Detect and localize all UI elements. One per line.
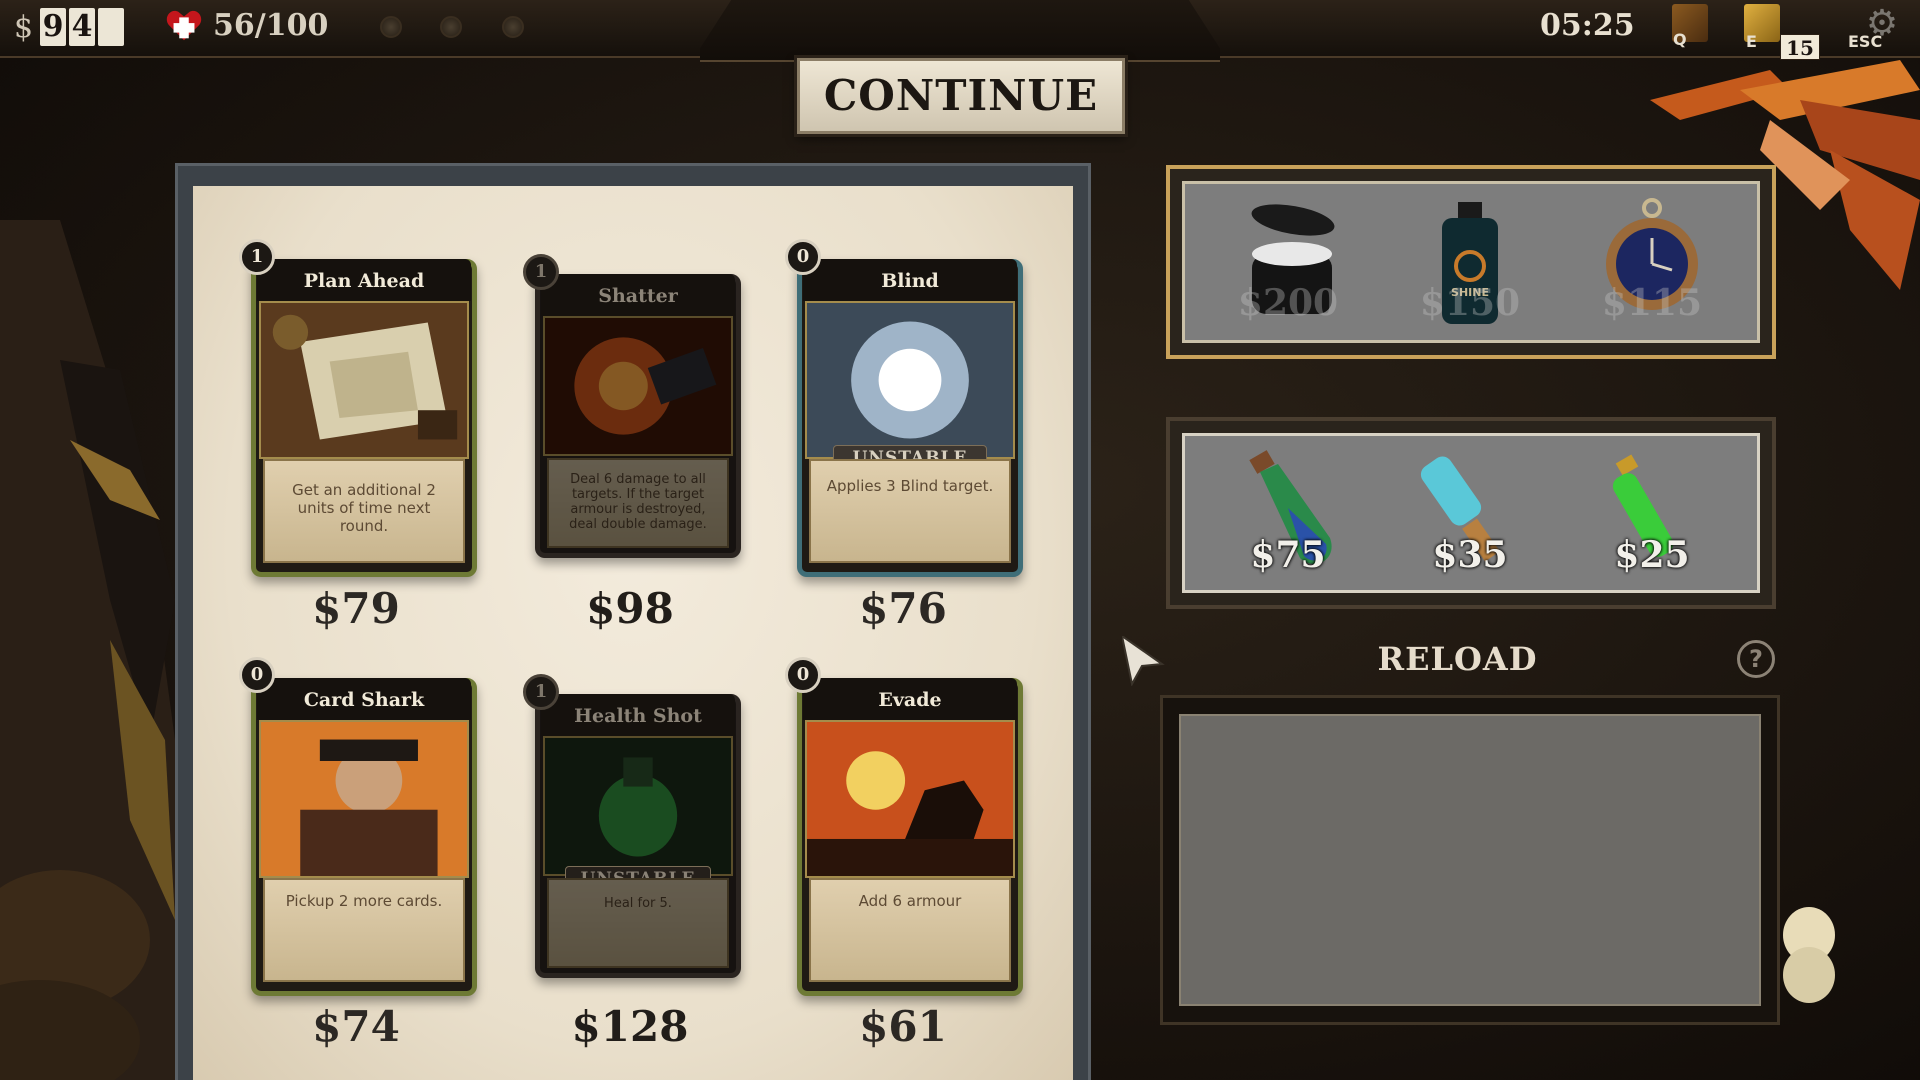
money-digit: 4 [69,8,96,46]
card-cost-badge: 1 [523,674,559,710]
card-plan-ahead[interactable]: Plan Ahead Get an additional 2 units of … [251,259,477,577]
gambler-art [259,720,469,878]
reload-label: RELOAD [1377,640,1538,678]
empty-slot-icon [502,16,524,38]
card-title: Evade [803,678,1017,720]
consumable-item[interactable]: $75 [1218,448,1358,598]
currency-symbol: $ [14,9,34,45]
side-decoration [0,220,175,1080]
deck-count-digit: 1 [1786,36,1800,60]
coin-stack-icon [1783,907,1835,1003]
help-icon[interactable]: ? [1737,640,1775,678]
empty-slot-icon [440,16,462,38]
relic-item-tin[interactable]: $200 [1218,198,1358,348]
card-price: $128 [571,1002,689,1051]
card-title: Card Shark [257,678,471,720]
consumable-price: $25 [1614,534,1690,576]
card-shatter[interactable]: Shatter Deal 6 damage to all targets. If… [535,274,741,558]
card-title: Plan Ahead [257,259,471,301]
card-title: Shatter [541,274,735,316]
card-title: Health Shot [541,694,735,736]
money-counter: $ 9 4 [14,8,125,46]
money-digit [98,8,125,46]
settings-gear-icon[interactable]: ⚙ [1862,4,1902,44]
card-description: Applies 3 Blind target. [809,459,1011,563]
card-description: Pickup 2 more cards. [263,878,465,982]
relic-price: $115 [1601,282,1703,324]
consumable-item[interactable]: $35 [1400,448,1540,598]
card-cost-badge: 0 [239,657,275,693]
rider-sunset-art [805,720,1015,878]
card-evade[interactable]: Evade Add 6 armour [797,678,1023,996]
card-card-shark[interactable]: Card Shark Pickup 2 more cards. [251,678,477,996]
card-price: $74 [312,1002,400,1051]
consumable-price: $35 [1432,534,1508,576]
relic-item-shine[interactable]: SHINE $150 [1400,198,1540,348]
health-display: 56/100 [165,6,328,44]
money-digit: 9 [40,8,67,46]
flash-art [805,301,1015,459]
card-price: $76 [859,584,947,633]
reload-drop-area[interactable] [1179,714,1761,1006]
reload-slot-frame [1160,695,1780,1025]
green-potion-art [543,736,733,876]
card-cost-badge: 1 [523,254,559,290]
card-cost-badge: 0 [785,657,821,693]
hotkey-q-label: Q [1673,30,1687,49]
continue-button[interactable]: CONTINUE [797,58,1125,134]
card-price: $61 [859,1002,947,1051]
card-title: Blind [803,259,1017,301]
card-description: Heal for 5. [547,878,729,968]
hotkey-e-label: E [1746,32,1757,51]
card-description: Add 6 armour [809,878,1011,982]
explosion-art [543,316,733,456]
empty-slot-icon [380,16,402,38]
card-price: $98 [586,584,674,633]
relic-price: $200 [1237,282,1339,324]
card-health-shot[interactable]: Health Shot UNSTABLE Heal for 5. [535,694,741,978]
deck-count-badge: 15 [1780,34,1820,60]
top-hud-notch [700,0,1220,62]
mouse-cursor-icon [1122,636,1165,686]
card-blind[interactable]: Blind UNSTABLE Applies 3 Blind target. [797,259,1023,577]
health-value: 56/100 [213,7,329,43]
card-cost-badge: 1 [239,239,275,275]
card-price: $79 [312,584,400,633]
card-description: Deal 6 damage to all targets. If the tar… [547,458,729,548]
relic-price: $150 [1419,282,1521,324]
card-description: Get an additional 2 units of time next r… [263,459,465,563]
round-timer: 05:25 [1540,8,1635,43]
relic-item-watch[interactable]: $115 [1582,198,1722,348]
consumable-item[interactable]: $25 [1582,448,1722,598]
deck-count-digit: 5 [1800,36,1814,60]
consumable-price: $75 [1250,534,1326,576]
heart-health-icon [165,6,203,44]
map-table-art [259,301,469,459]
card-cost-badge: 0 [785,239,821,275]
